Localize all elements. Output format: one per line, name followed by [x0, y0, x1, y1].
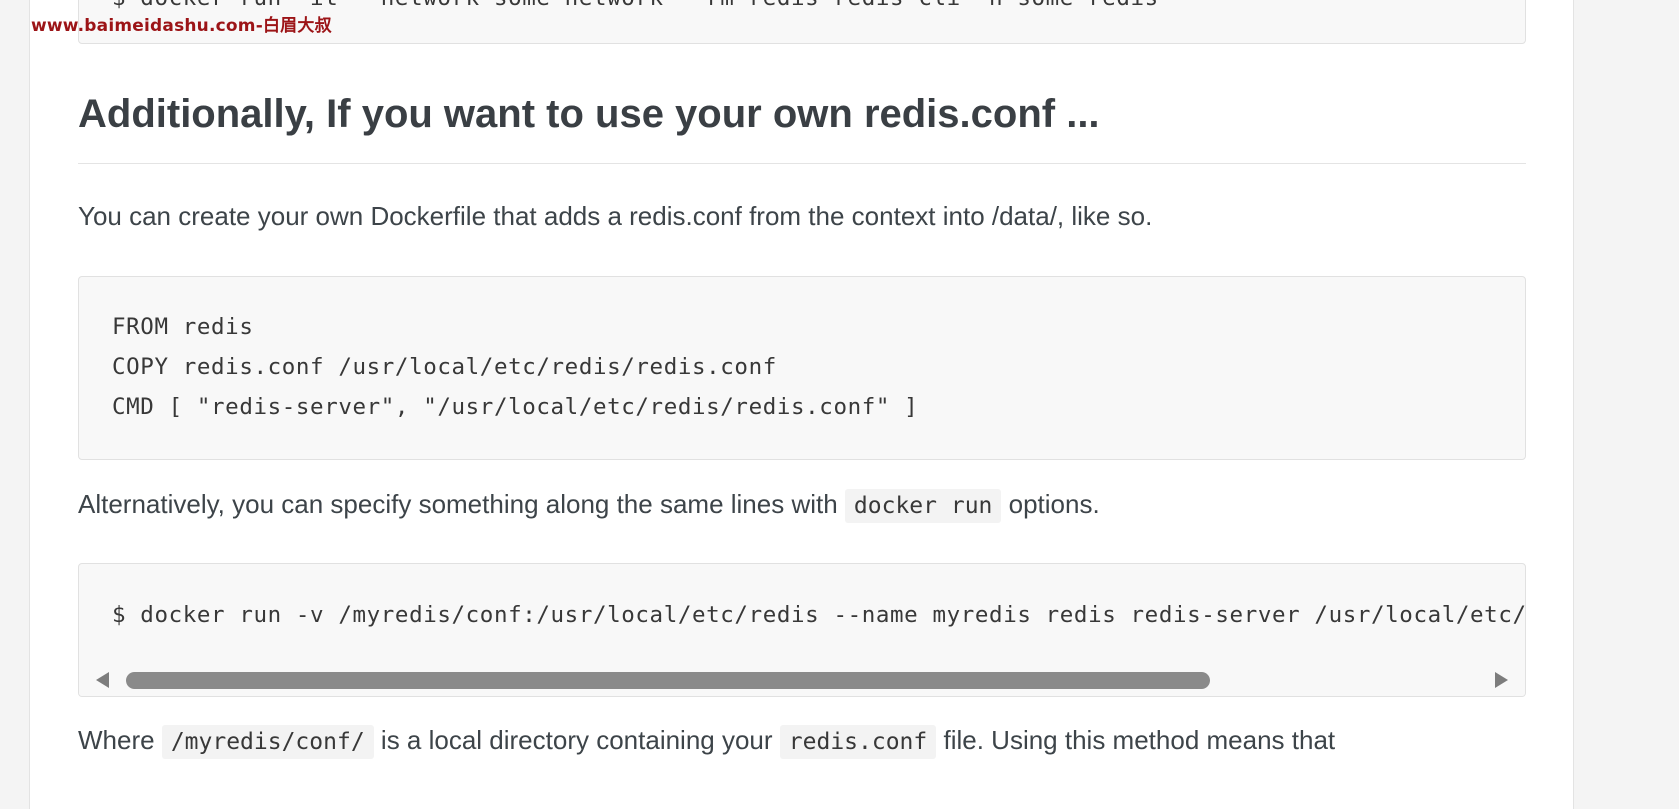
scrollbar-thumb[interactable]: [126, 672, 1210, 689]
horizontal-scrollbar[interactable]: [79, 662, 1525, 696]
triangle-right-icon[interactable]: [1495, 672, 1508, 688]
section-heading: Additionally, If you want to use your ow…: [78, 92, 1100, 136]
alternative-paragraph: Alternatively, you can specify something…: [78, 489, 1100, 523]
where-text-before: Where: [78, 725, 162, 755]
where-text-after: file. Using this method means that: [936, 725, 1336, 755]
where-text-middle: is a local directory containing your: [373, 725, 780, 755]
watermark: www.baimeidashu.com-白眉大叔: [31, 16, 332, 36]
code-line: CMD [ "redis-server", "/usr/local/etc/re…: [112, 394, 919, 420]
inline-code-docker-run: docker run: [844, 489, 1002, 523]
code-line: $ docker run -it --network some-network …: [112, 0, 1159, 11]
code-block-docker-run: $ docker run -v /myredis/conf:/usr/local…: [78, 563, 1526, 697]
code-line: COPY redis.conf /usr/local/etc/redis/red…: [112, 354, 777, 380]
triangle-left-icon[interactable]: [96, 672, 109, 688]
alternative-text-after: options.: [1001, 489, 1100, 519]
code-line: FROM redis: [112, 314, 254, 340]
heading-divider: [78, 163, 1526, 164]
where-paragraph: Where /myredis/conf/ is a local director…: [78, 725, 1336, 759]
code-block-dockerfile: FROM redis COPY redis.conf /usr/local/et…: [78, 276, 1526, 460]
inline-code-redis-conf: redis.conf: [779, 725, 937, 759]
code-line: $ docker run -v /myredis/conf:/usr/local…: [112, 602, 1526, 628]
intro-paragraph: You can create your own Dockerfile that …: [78, 201, 1153, 231]
inline-code-conf-dir: /myredis/conf/: [161, 725, 374, 759]
alternative-text-before: Alternatively, you can specify something…: [78, 489, 845, 519]
